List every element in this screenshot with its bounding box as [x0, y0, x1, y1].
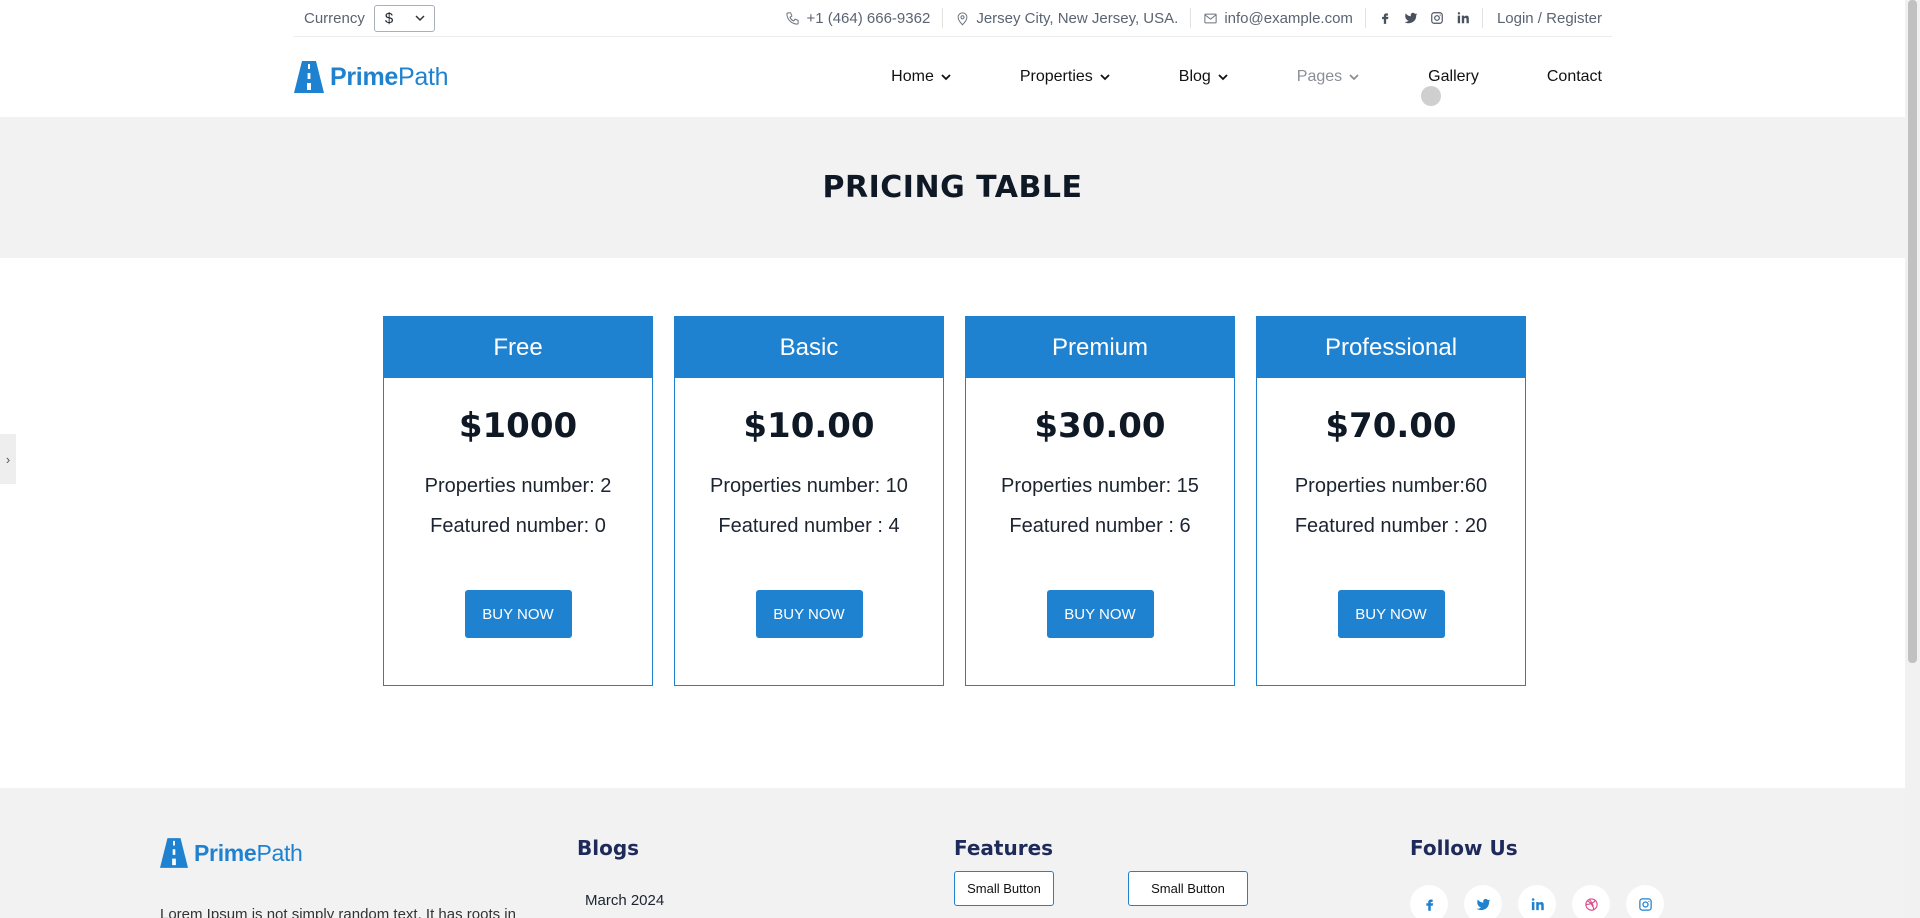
- nav-pages[interactable]: Pages: [1263, 68, 1394, 86]
- chevron-down-icon: [941, 74, 951, 81]
- brand-logo[interactable]: PrimePath: [294, 61, 449, 93]
- linkedin-icon[interactable]: [1456, 11, 1470, 25]
- location-pin-icon: [957, 11, 968, 25]
- twitter-icon[interactable]: [1404, 11, 1418, 25]
- footer-linkedin-link[interactable]: [1518, 885, 1556, 918]
- facebook-icon: [1425, 899, 1433, 911]
- plan-featured: Featured number : 4: [718, 515, 900, 537]
- twitter-icon: [1476, 898, 1490, 910]
- brand-name-bold: Prime: [194, 839, 257, 866]
- chevron-down-icon: [1100, 74, 1110, 81]
- buy-now-button[interactable]: BUY NOW: [1337, 590, 1445, 638]
- pricing-card-free: Free $1000 Properties number: 2 Featured…: [383, 316, 653, 686]
- email-text: info@example.com: [1224, 9, 1353, 27]
- page-title: PRICING TABLE: [822, 170, 1083, 205]
- plan-featured: Featured number : 20: [1294, 515, 1488, 537]
- nav-gallery-label: Gallery: [1428, 68, 1479, 85]
- nav-home[interactable]: Home: [857, 68, 986, 86]
- currency-label: Currency: [304, 9, 365, 27]
- plan-properties: Properties number:60: [1294, 475, 1488, 497]
- footer-facebook-link[interactable]: [1410, 885, 1448, 918]
- footer-twitter-link[interactable]: [1464, 885, 1502, 918]
- road-logo-icon: [160, 838, 188, 868]
- pricing-card-professional: Professional $70.00 Properties number:60…: [1256, 316, 1526, 686]
- dribbble-icon: [1584, 897, 1598, 911]
- main-nav: Home Properties Blog Pages Gallery Conta…: [857, 37, 1612, 117]
- page-banner: PRICING TABLE: [0, 117, 1905, 258]
- main-header: PrimePath Home Properties Blog Pages Gal…: [294, 37, 1612, 117]
- instagram-icon: [1638, 897, 1652, 911]
- page-scrollbar[interactable]: [1905, 0, 1920, 918]
- plan-featured: Featured number : 6: [1009, 515, 1191, 537]
- mail-icon: [1204, 13, 1217, 23]
- nav-gallery[interactable]: Gallery: [1394, 68, 1513, 86]
- small-button[interactable]: Small Button: [1128, 871, 1248, 906]
- nav-blog[interactable]: Blog: [1145, 68, 1263, 86]
- footer-blog-link[interactable]: March 2024: [585, 892, 664, 909]
- buy-now-button[interactable]: BUY NOW: [464, 590, 572, 638]
- phone-info[interactable]: +1 (464) 666-9362: [773, 8, 944, 28]
- plan-properties: Properties number: 10: [710, 475, 908, 497]
- phone-number: +1 (464) 666-9362: [806, 9, 931, 27]
- plan-price: $30.00: [1034, 406, 1166, 446]
- cursor-indicator: [1421, 86, 1441, 106]
- social-links: [1366, 8, 1483, 28]
- chevron-down-icon: [1349, 74, 1359, 81]
- phone-icon: [786, 11, 800, 25]
- plan-name: Free: [384, 317, 652, 378]
- currency-value: $: [384, 9, 394, 27]
- plan-price: $70.00: [1325, 406, 1457, 446]
- top-bar: Currency $ +1 (464) 666-9362 Jersey City…: [294, 0, 1612, 37]
- plan-price: $1000: [458, 406, 578, 446]
- nav-contact[interactable]: Contact: [1513, 68, 1612, 86]
- nav-pages-label: Pages: [1296, 68, 1343, 85]
- linkedin-icon: [1531, 897, 1544, 910]
- footer-logo[interactable]: PrimePath: [160, 838, 303, 868]
- chevron-down-icon: [1218, 74, 1228, 81]
- currency-select[interactable]: $: [373, 4, 435, 32]
- footer-dribbble-link[interactable]: [1572, 885, 1610, 918]
- brand-name-light: Path: [256, 839, 303, 866]
- pricing-card-premium: Premium $30.00 Properties number: 15 Fea…: [965, 316, 1235, 686]
- plan-name: Professional: [1257, 317, 1525, 378]
- chevron-down-icon: [415, 15, 425, 22]
- plan-properties: Properties number: 15: [1001, 475, 1199, 497]
- plan-name: Basic: [675, 317, 943, 378]
- brand-name-bold: Prime: [330, 62, 398, 91]
- plan-name: Premium: [966, 317, 1234, 378]
- facebook-icon[interactable]: [1378, 11, 1392, 25]
- footer-features-heading: Features: [954, 836, 1054, 860]
- footer-about-text: Lorem Ipsum is not simply random text. I…: [160, 906, 516, 918]
- brand-name-light: Path: [397, 62, 449, 91]
- scrollbar-thumb[interactable]: [1908, 0, 1917, 663]
- plan-featured: Featured number: 0: [430, 515, 606, 537]
- email-info[interactable]: info@example.com: [1191, 8, 1366, 28]
- nav-properties[interactable]: Properties: [986, 68, 1145, 86]
- address-text: Jersey City, New Jersey, USA.: [976, 9, 1179, 27]
- plan-price: $10.00: [743, 406, 875, 446]
- buy-now-button[interactable]: BUY NOW: [755, 590, 863, 638]
- footer: PrimePath Lorem Ipsum is not simply rand…: [0, 788, 1905, 918]
- footer-instagram-link[interactable]: [1626, 885, 1664, 918]
- footer-follow-heading: Follow Us: [1410, 836, 1518, 860]
- login-register-link[interactable]: Login / Register: [1483, 10, 1612, 27]
- small-button[interactable]: Small Button: [954, 871, 1054, 906]
- nav-contact-label: Contact: [1546, 68, 1602, 85]
- instagram-icon[interactable]: [1430, 11, 1444, 25]
- plan-properties: Properties number: 2: [424, 475, 612, 497]
- side-panel-toggle[interactable]: ›: [0, 434, 16, 484]
- nav-properties-label: Properties: [1019, 68, 1093, 85]
- pricing-table: Free $1000 Properties number: 2 Featured…: [383, 316, 1526, 686]
- nav-home-label: Home: [891, 68, 934, 85]
- pricing-card-basic: Basic $10.00 Properties number: 10 Featu…: [674, 316, 944, 686]
- road-logo-icon: [294, 61, 324, 93]
- chevron-right-icon: ›: [5, 451, 11, 467]
- address-info: Jersey City, New Jersey, USA.: [943, 8, 1192, 28]
- footer-blogs-heading: Blogs: [577, 836, 640, 860]
- nav-blog-label: Blog: [1178, 68, 1211, 85]
- buy-now-button[interactable]: BUY NOW: [1046, 590, 1154, 638]
